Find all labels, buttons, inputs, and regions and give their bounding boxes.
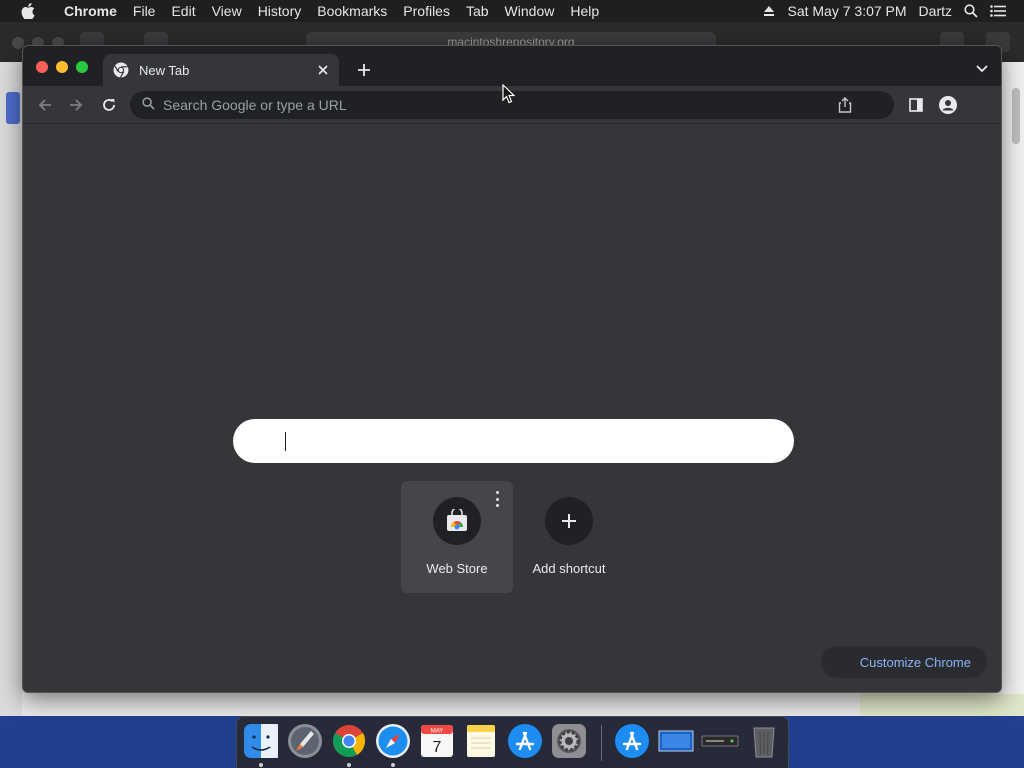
apple-menu-icon[interactable]: [0, 3, 56, 19]
mouse-cursor-icon: [502, 83, 516, 104]
menu-bar: Chrome File Edit View History Bookmarks …: [0, 0, 1024, 22]
dock-chrome-icon[interactable]: [330, 722, 368, 760]
tab-title: New Tab: [139, 62, 190, 78]
shortcut-add[interactable]: Add shortcut: [513, 481, 625, 593]
dock-trash-icon[interactable]: [745, 722, 783, 760]
dock-finder-icon[interactable]: [242, 722, 280, 760]
bg-bottom-panel: [860, 694, 1024, 716]
forward-arrow-icon[interactable]: [66, 95, 86, 115]
spotlight-search-icon[interactable]: [958, 0, 984, 22]
close-tab-icon[interactable]: [315, 62, 331, 78]
calendar-day: 7: [433, 739, 442, 756]
close-window-button[interactable]: [36, 61, 48, 73]
dock-running-indicator: [391, 763, 395, 767]
shortcut-label-web-store: Web Store: [426, 561, 488, 576]
menu-edit[interactable]: Edit: [163, 0, 203, 22]
chrome-window: New Tab Search Google or type a URL Web …: [22, 45, 1002, 693]
eject-icon[interactable]: [757, 0, 781, 22]
dock-screen-thumbnail-icon[interactable]: [657, 722, 695, 760]
text-caret: [285, 432, 286, 451]
dock-separator: [601, 725, 602, 761]
bg-left-content: [0, 62, 22, 716]
menu-history[interactable]: History: [250, 0, 310, 22]
menu-window[interactable]: Window: [497, 0, 563, 22]
dock-calendar-icon[interactable]: MAY 7: [418, 722, 456, 760]
customize-chrome-label: Customize Chrome: [859, 654, 971, 670]
dock-disk-icon[interactable]: [701, 722, 739, 760]
customize-chrome-button[interactable]: Customize Chrome: [821, 646, 987, 678]
notification-center-icon[interactable]: [984, 0, 1012, 22]
new-tab-plus-icon[interactable]: [353, 59, 375, 81]
calendar-month: MAY: [431, 729, 444, 735]
menu-file[interactable]: File: [125, 0, 164, 22]
menu-view[interactable]: View: [204, 0, 250, 22]
dock-running-indicator: [347, 763, 351, 767]
dock-system-preferences-icon[interactable]: [550, 722, 588, 760]
dock-app-store-icon[interactable]: [506, 722, 544, 760]
chrome-logo-icon: [113, 62, 129, 78]
clock[interactable]: Sat May 7 3:07 PM: [781, 0, 912, 22]
back-arrow-icon[interactable]: [35, 95, 55, 115]
user-name[interactable]: Dartz: [913, 0, 958, 22]
dock-notes-icon[interactable]: [462, 722, 500, 760]
menu-help[interactable]: Help: [562, 0, 607, 22]
ntp-search-box[interactable]: [233, 419, 794, 463]
tab-strip: New Tab: [23, 46, 1001, 86]
bg-left-tab: [6, 92, 20, 124]
minimize-window-button[interactable]: [56, 61, 68, 73]
reload-icon[interactable]: [99, 95, 119, 115]
dock-running-indicator: [259, 763, 263, 767]
add-plus-icon: [545, 497, 593, 545]
menu-bookmarks[interactable]: Bookmarks: [309, 0, 395, 22]
search-icon: [142, 97, 155, 113]
menu-app-name[interactable]: Chrome: [56, 0, 125, 22]
dock-downloads-app-store-icon[interactable]: [613, 722, 651, 760]
menu-profiles[interactable]: Profiles: [395, 0, 458, 22]
zoom-window-button[interactable]: [76, 61, 88, 73]
share-icon[interactable]: [838, 97, 854, 113]
dock-launchpad-icon[interactable]: [286, 722, 324, 760]
dock-safari-icon[interactable]: [374, 722, 412, 760]
bg-scrollbar[interactable]: [1012, 88, 1020, 144]
tab-new-tab[interactable]: New Tab: [103, 54, 339, 86]
bg-right-content: [1002, 62, 1024, 716]
menu-tab[interactable]: Tab: [458, 0, 497, 22]
shortcut-label-add: Add shortcut: [532, 561, 606, 576]
profile-avatar-icon[interactable]: [939, 96, 957, 114]
shortcut-web-store[interactable]: Web Store: [401, 481, 513, 593]
side-panel-icon[interactable]: [907, 96, 925, 114]
tab-search-chevron-down-icon[interactable]: [973, 60, 991, 78]
dock: MAY 7: [236, 716, 789, 768]
more-vertical-icon[interactable]: [493, 491, 501, 507]
web-store-icon: [433, 497, 481, 545]
omnibox-placeholder: Search Google or type a URL: [163, 97, 347, 113]
